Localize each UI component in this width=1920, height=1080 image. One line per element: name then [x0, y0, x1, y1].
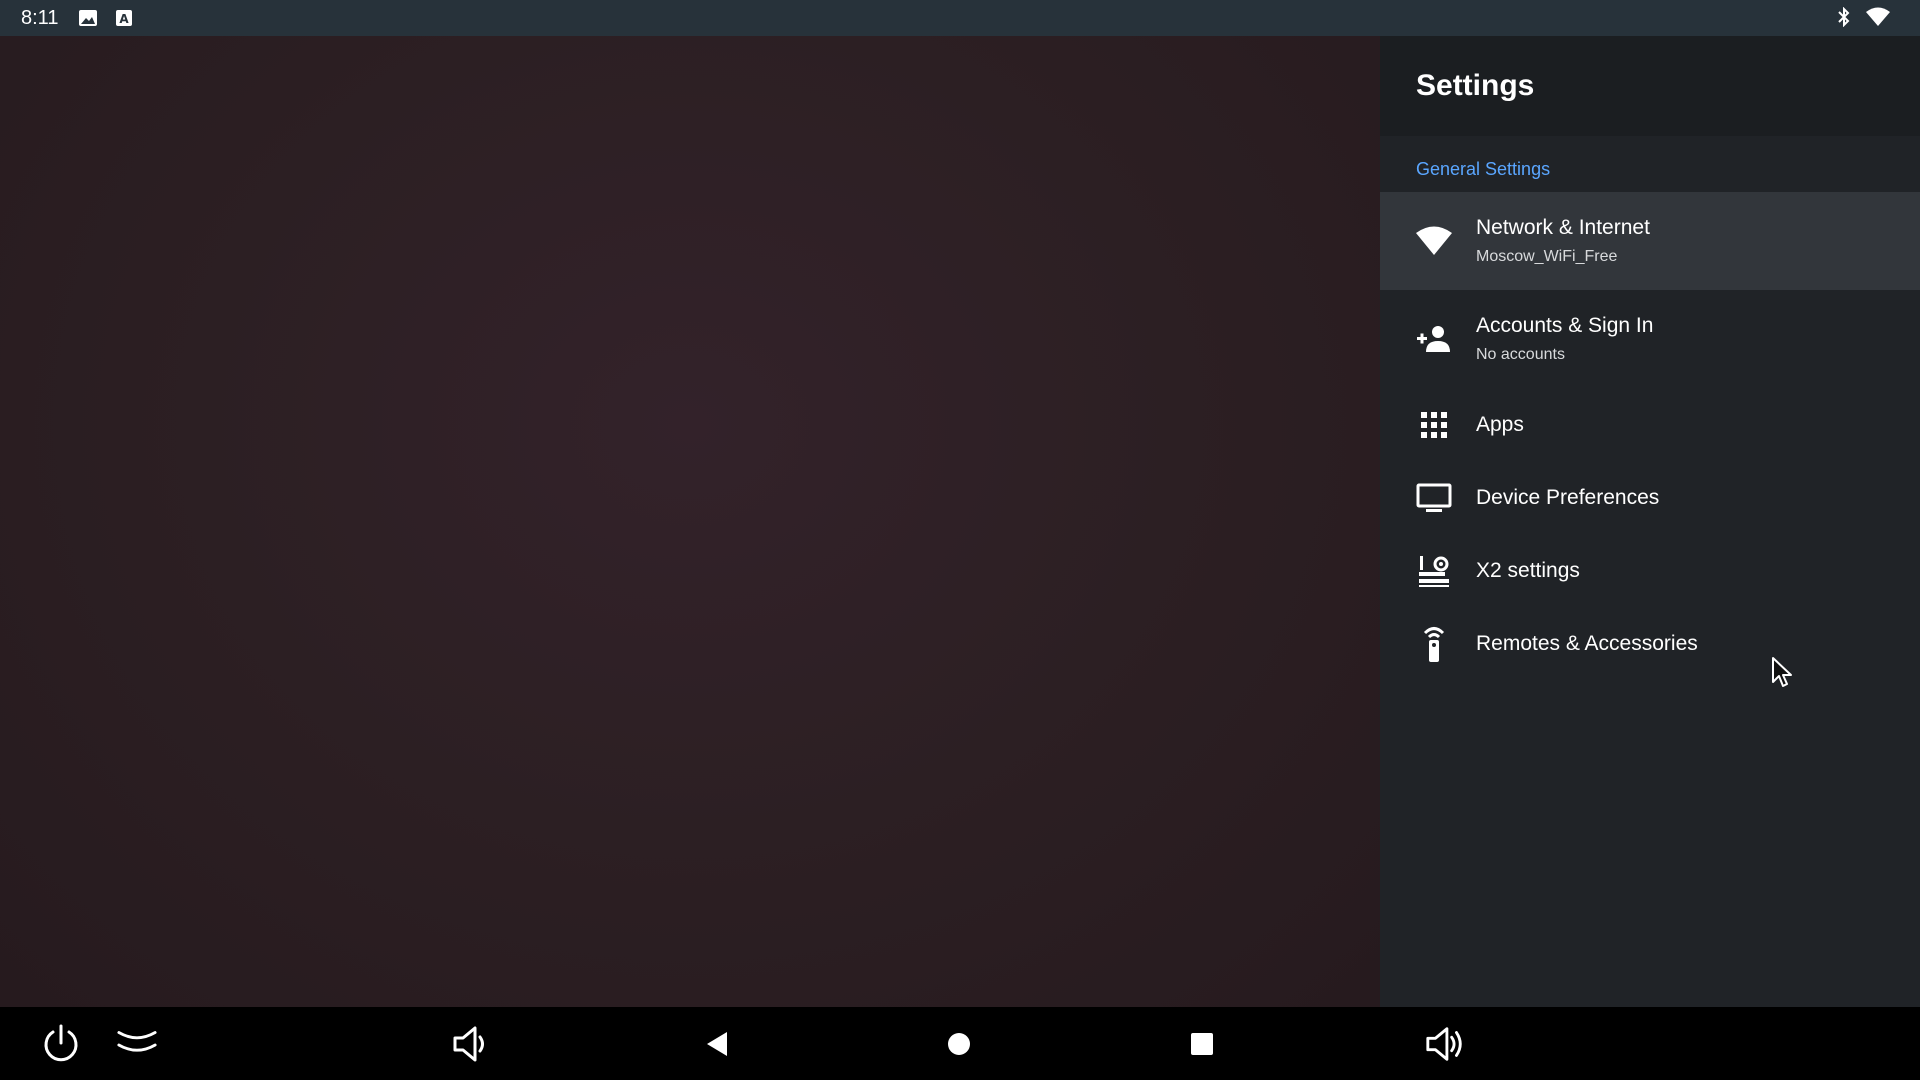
mouse-cursor-icon — [1771, 656, 1795, 695]
section-title-general: General Settings — [1416, 159, 1551, 179]
menu-item-sublabel: Moscow_WiFi_Free — [1476, 248, 1618, 265]
wifi-icon — [1866, 7, 1890, 27]
x2-settings-icon — [1416, 553, 1452, 589]
add-person-icon — [1416, 321, 1452, 357]
menu-item-label: Accounts & Sign In — [1476, 314, 1654, 337]
settings-panel: Settings General Settings Network & Inte… — [1380, 36, 1920, 1007]
volume-down-icon[interactable] — [450, 1023, 492, 1065]
text-a-icon: A — [114, 8, 134, 28]
home-icon[interactable] — [938, 1023, 980, 1065]
menu-item-label: Device Preferences — [1476, 485, 1660, 509]
wifi-icon — [1416, 223, 1452, 259]
menu-item-label: Remotes & Accessories — [1476, 631, 1698, 655]
menu-item-label: X2 settings — [1476, 558, 1580, 582]
navigation-bar — [0, 1007, 1920, 1080]
image-icon — [78, 8, 98, 28]
menu-item-x2-settings[interactable]: X2 settings — [1380, 534, 1920, 607]
tv-icon — [1416, 480, 1452, 516]
menu-item-apps[interactable]: Apps — [1380, 388, 1920, 461]
wallpaper — [0, 36, 1380, 1007]
volume-up-icon[interactable] — [1424, 1023, 1466, 1065]
svg-text:A: A — [120, 12, 130, 26]
status-time: 8:11 — [21, 6, 59, 29]
menu-item-label: Apps — [1476, 412, 1524, 436]
power-icon[interactable] — [40, 1023, 82, 1065]
bluetooth-icon — [1836, 7, 1852, 27]
menu-item-accounts[interactable]: Accounts & Sign In No accounts — [1380, 290, 1920, 388]
panel-header: Settings — [1380, 36, 1920, 136]
menu-item-network[interactable]: Network & Internet Moscow_WiFi_Free — [1380, 192, 1920, 290]
apps-grid-icon — [1416, 407, 1452, 443]
menu-item-sublabel: No accounts — [1476, 346, 1565, 363]
recents-icon[interactable] — [1181, 1023, 1223, 1065]
collapse-icon[interactable] — [116, 1023, 158, 1065]
status-bar: 8:11 A — [0, 0, 1920, 36]
menu-item-remotes[interactable]: Remotes & Accessories — [1380, 607, 1920, 680]
menu-item-label: Network & Internet — [1476, 216, 1650, 239]
page-title: Settings — [1416, 69, 1535, 102]
remote-icon — [1416, 626, 1452, 662]
menu-item-device-preferences[interactable]: Device Preferences — [1380, 461, 1920, 534]
back-icon[interactable] — [696, 1023, 738, 1065]
